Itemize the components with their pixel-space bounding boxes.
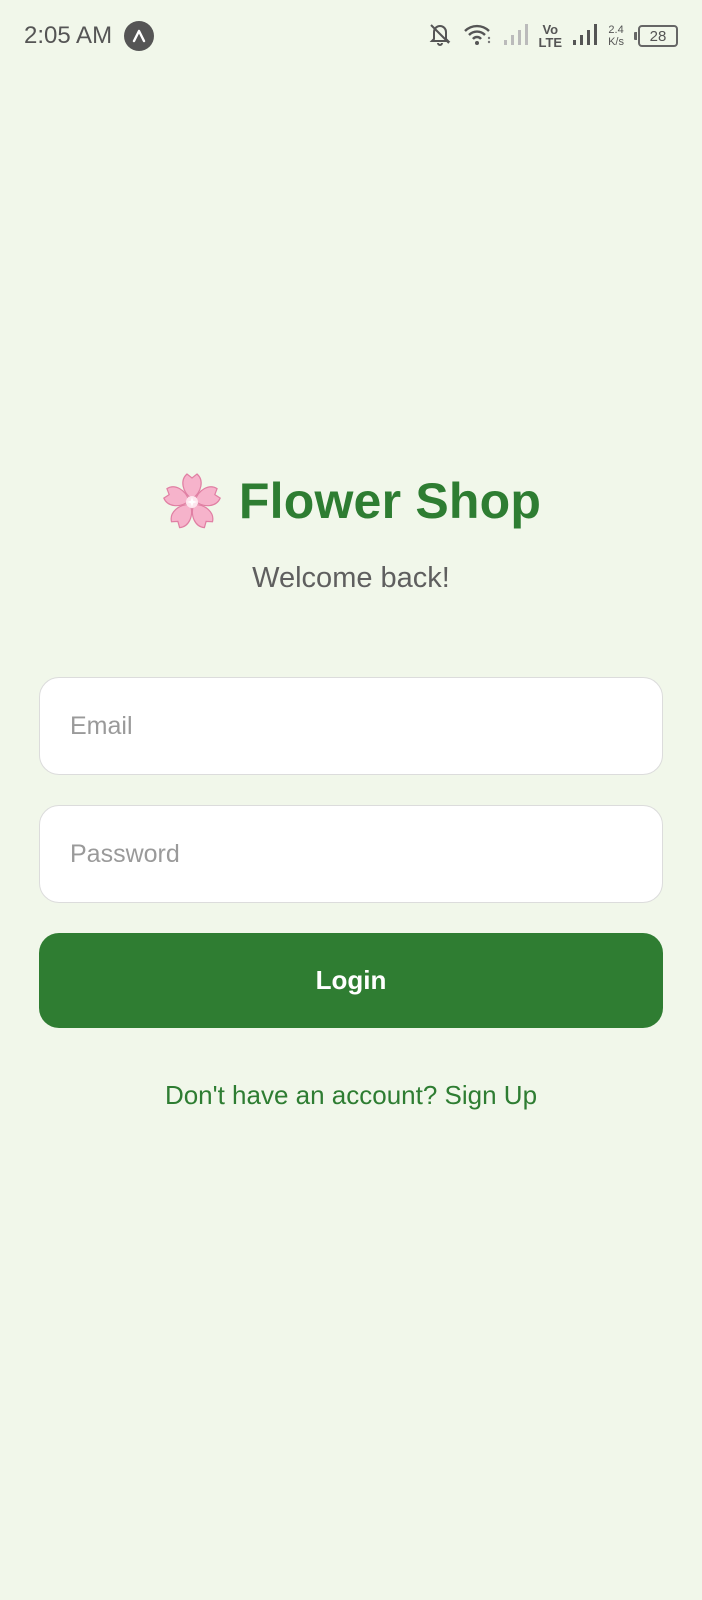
signal-icon: [572, 22, 598, 51]
app-title: Flower Shop: [238, 473, 542, 529]
network-speed: 2.4 K/s: [608, 24, 624, 48]
brand-header: Flower Shop: [0, 470, 702, 532]
battery-icon: 28: [634, 25, 678, 47]
battery-tip: [634, 32, 637, 40]
login-screen: 2:05 AM Vo LTE 2.4 K/s 28 Flower Shop We…: [0, 0, 702, 1600]
volte-icon: Vo LTE: [539, 23, 563, 49]
network-speed-value: 2.4: [608, 24, 624, 36]
bell-off-icon: [427, 21, 453, 52]
app-notification-icon: [124, 21, 155, 51]
status-left: 2:05 AM: [24, 21, 155, 51]
password-field[interactable]: [39, 805, 663, 903]
status-right: Vo LTE 2.4 K/s 28: [427, 21, 678, 52]
signup-link[interactable]: Don't have an account? Sign Up: [0, 1080, 702, 1111]
signal-icon: [503, 22, 529, 51]
wifi-icon: [463, 22, 493, 51]
status-time: 2:05 AM: [24, 22, 113, 49]
volte-bottom-label: LTE: [538, 35, 563, 50]
battery-level: 28: [638, 25, 678, 47]
login-button[interactable]: Login: [39, 933, 663, 1028]
welcome-subtitle: Welcome back!: [252, 562, 450, 594]
email-field[interactable]: [39, 677, 663, 775]
cherry-blossom-icon: [161, 470, 223, 532]
status-bar: 2:05 AM Vo LTE 2.4 K/s 28: [0, 0, 702, 72]
network-speed-unit: K/s: [608, 36, 624, 48]
